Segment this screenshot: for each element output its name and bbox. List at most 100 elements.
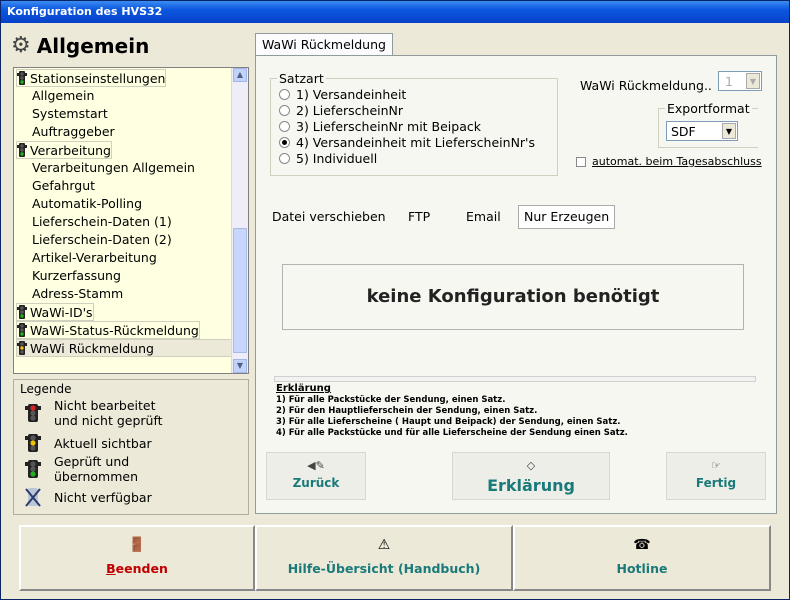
- tree-item-label: Auftraggeber: [32, 124, 115, 139]
- tree-item-label: Stationseinstellungen: [30, 71, 166, 86]
- tree-sub-item[interactable]: Allgemein: [32, 87, 94, 105]
- tab-panel: Satzart 1) Versandeinheit 2) Lieferschein…: [255, 55, 777, 514]
- satzart-option-2[interactable]: 2) LieferscheinNr: [279, 103, 403, 118]
- tree-scrollbar[interactable]: ▲ ▼: [231, 68, 248, 373]
- satzart-option-label: 3) LieferscheinNr mit Beipack: [296, 119, 481, 134]
- legend-item: Geprüft und übernommen: [24, 454, 138, 484]
- scroll-down-icon[interactable]: ▼: [233, 359, 247, 373]
- hotline-button[interactable]: ☎ Hotline: [513, 525, 771, 591]
- satzart-option-label: 5) Individuell: [296, 151, 378, 166]
- traffic-light-icon: [17, 305, 27, 319]
- legend-label: Nicht verfügbar: [54, 489, 152, 505]
- legend-item: Nicht bearbeitet und nicht geprüft: [24, 398, 163, 428]
- traffic-light-yellow-icon: [24, 432, 42, 454]
- hotline-label: Hotline: [616, 561, 668, 576]
- tree-sub-item[interactable]: Gefahrgut: [32, 177, 95, 195]
- auto-tagesabschluss-checkbox[interactable]: automat. beim Tagesabschluss: [576, 155, 762, 168]
- tree-group-item[interactable]: Verarbeitung: [16, 141, 112, 159]
- tree-item-label: Automatik-Polling: [32, 196, 142, 211]
- tree-item-label: Kurzerfassung: [32, 268, 121, 283]
- tree-item-label: Systemstart: [32, 106, 108, 121]
- help-button[interactable]: ⚠ Hilfe-Übersicht (Handbuch): [255, 525, 513, 591]
- satzart-option-1[interactable]: 1) Versandeinheit: [279, 87, 406, 102]
- config-window: Konfiguration des HVS32 ⚙ Allgemein Stat…: [0, 0, 790, 600]
- tree-group-item[interactable]: WaWi-ID's: [16, 303, 94, 321]
- tree-sub-item[interactable]: Systemstart: [32, 105, 108, 123]
- satzart-group: Satzart 1) Versandeinheit 2) Lieferschein…: [270, 71, 558, 176]
- wawi-rueckmeldung-label: WaWi Rückmeldung..: [580, 78, 712, 93]
- exportformat-select[interactable]: SDF ▼: [666, 121, 738, 141]
- exportformat-value: SDF: [671, 124, 696, 139]
- traffic-light-icon: [17, 341, 27, 355]
- done-button[interactable]: ☞ Fertig: [666, 452, 766, 500]
- legend-item: Nicht verfügbar: [24, 486, 152, 508]
- tree-sub-item[interactable]: Artikel-Verarbeitung: [32, 249, 157, 267]
- tree-group-item[interactable]: WaWi-Status-Rückmeldung: [16, 321, 200, 339]
- datei-option-nur-erzeugen[interactable]: Nur Erzeugen: [518, 205, 616, 229]
- wawi-rueckmeldung-value: 1: [725, 74, 733, 89]
- tree-item-label: Verarbeitungen Allgemein: [32, 160, 195, 175]
- tree-sub-item[interactable]: Auftraggeber: [32, 123, 115, 141]
- radio-button[interactable]: [279, 153, 290, 164]
- satzart-option-label: 1) Versandeinheit: [296, 87, 407, 102]
- tree-item-label: Gefahrgut: [32, 178, 96, 193]
- window-title: Konfiguration des HVS32: [1, 1, 789, 23]
- radio-button[interactable]: [279, 137, 290, 148]
- tree-sub-item[interactable]: Adress-Stamm: [32, 285, 123, 303]
- tree-sub-item[interactable]: Automatik-Polling: [32, 195, 142, 213]
- chevron-down-icon[interactable]: ▼: [746, 73, 760, 89]
- erklaerung-line: 2) Für den Hauptlieferschein der Sendung…: [276, 406, 538, 416]
- tab-wawi-rueckmeldung[interactable]: WaWi Rückmeldung: [255, 33, 393, 56]
- datei-option-email[interactable]: Email: [466, 206, 501, 228]
- satzart-option-5[interactable]: 5) Individuell: [279, 151, 377, 166]
- scroll-thumb[interactable]: [233, 228, 247, 353]
- diamond-icon: ◇: [526, 459, 536, 472]
- radio-button[interactable]: [279, 105, 290, 116]
- crossed-traffic-light-icon: [24, 486, 42, 508]
- radio-button[interactable]: [279, 89, 290, 100]
- tree-sub-item[interactable]: Lieferschein-Daten (1): [32, 213, 172, 231]
- tree-item-label: Verarbeitung: [30, 143, 111, 158]
- traffic-light-icon: [17, 143, 27, 157]
- tree-item-label: Allgemein: [32, 88, 95, 103]
- datei-option-ftp[interactable]: FTP: [408, 206, 430, 228]
- legend-title: Legende: [20, 382, 72, 396]
- legend-label-2: und nicht geprüft: [54, 413, 163, 428]
- datei-verschieben-label: Datei verschieben: [272, 209, 386, 224]
- config-message: keine Konfiguration benötigt: [282, 264, 744, 330]
- checkbox-box[interactable]: [576, 156, 586, 167]
- tree-item-label: Adress-Stamm: [32, 286, 124, 301]
- tree-item-label: Lieferschein-Daten (2): [32, 232, 172, 247]
- tree-group-item[interactable]: Stationseinstellungen: [16, 69, 167, 87]
- satzart-option-4[interactable]: 4) Versandeinheit mit LieferscheinNr's: [279, 135, 535, 150]
- tree-sub-item[interactable]: Kurzerfassung: [32, 267, 121, 285]
- bottom-bar: 🚪 Beenden ⚠ Hilfe-Übersicht (Handbuch) ☎…: [13, 521, 777, 597]
- wawi-rueckmeldung-select[interactable]: 1 ▼: [718, 71, 762, 91]
- quit-label: Beenden: [106, 561, 168, 576]
- back-button[interactable]: ◀✎ Zurück: [266, 452, 366, 500]
- navigation-tree: Stationseinstellungen Allgemein Systemstar…: [13, 67, 249, 374]
- scroll-up-icon[interactable]: ▲: [233, 68, 247, 82]
- legend-label: Geprüft und: [54, 454, 130, 469]
- gear-icon: ⚙: [11, 33, 31, 58]
- legend-label: Aktuell sichtbar: [54, 435, 152, 451]
- tree-item-label: Artikel-Verarbeitung: [32, 250, 157, 265]
- erklaerung-line: 3) Für alle Lieferscheine ( Haupt und Be…: [276, 417, 621, 427]
- traffic-light-icon: [17, 71, 27, 85]
- traffic-light-red-icon: [24, 402, 42, 424]
- tree-sub-item[interactable]: Verarbeitungen Allgemein: [32, 159, 195, 177]
- chevron-down-icon[interactable]: ▼: [722, 123, 736, 139]
- quit-button[interactable]: 🚪 Beenden: [19, 525, 255, 591]
- erklaerung-line: 1) Für alle Packstücke der Sendung, eine…: [276, 395, 506, 405]
- explain-button[interactable]: ◇ Erklärung: [452, 452, 610, 500]
- legend-item: Aktuell sichtbar: [24, 432, 152, 454]
- radio-button[interactable]: [279, 121, 290, 132]
- traffic-light-green-icon: [24, 458, 42, 480]
- satzart-option-label: 2) LieferscheinNr: [296, 103, 404, 118]
- section-header: ⚙ Allgemein: [11, 33, 149, 58]
- tree-sub-item[interactable]: Lieferschein-Daten (2): [32, 231, 172, 249]
- legend-label-2: übernommen: [54, 469, 139, 484]
- satzart-option-3[interactable]: 3) LieferscheinNr mit Beipack: [279, 119, 481, 134]
- tree-group-item[interactable]: WaWi Rückmeldung: [16, 339, 234, 357]
- erklaerung-title: Erklärung: [276, 383, 331, 394]
